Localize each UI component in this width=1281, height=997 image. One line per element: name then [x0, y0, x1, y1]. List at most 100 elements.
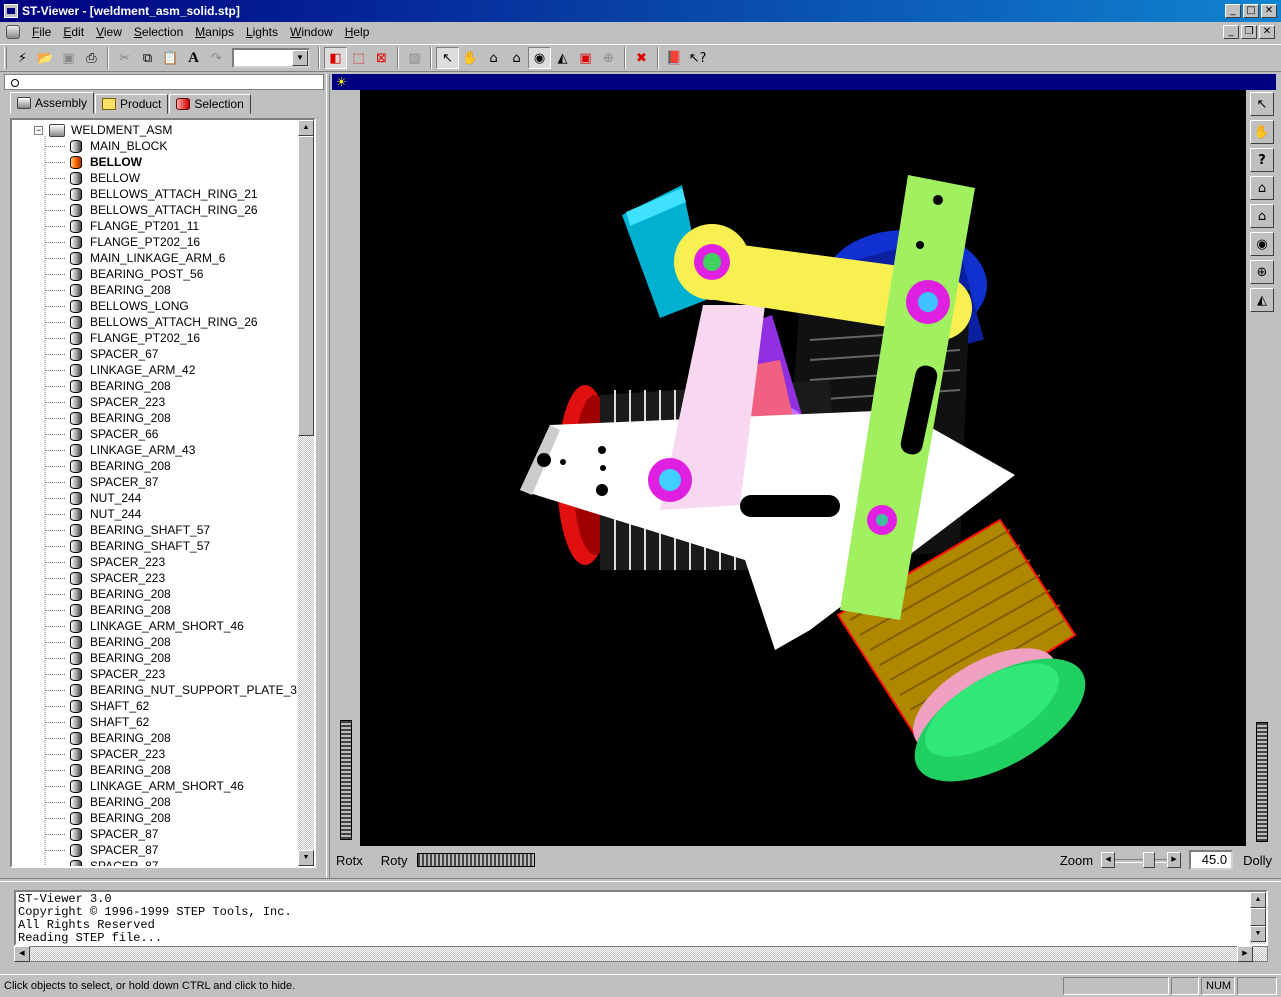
scroll-left-icon[interactable]: ◀	[14, 946, 30, 962]
tree-root[interactable]: − WELDMENT_ASM	[34, 122, 172, 138]
menu-window[interactable]: Window	[284, 25, 339, 39]
3d-viewport[interactable]	[360, 90, 1246, 846]
scroll-down-icon[interactable]: ▼	[298, 850, 314, 866]
menu-edit[interactable]: Edit	[57, 25, 90, 39]
cut-icon[interactable]: ✂	[113, 47, 136, 69]
tree-item[interactable]: SPACER_223	[45, 394, 165, 410]
zoom-value-field[interactable]: 45.0	[1189, 850, 1234, 870]
menu-manips[interactable]: Manips	[189, 25, 240, 39]
tree-item[interactable]: SPACER_87	[45, 474, 158, 490]
scroll-down-icon[interactable]: ▼	[1250, 926, 1266, 942]
light-icon[interactable]: ☀	[336, 75, 347, 89]
tree-item[interactable]: BEARING_208	[45, 650, 171, 666]
menu-file[interactable]: File	[26, 25, 57, 39]
tree-item[interactable]: FLANGE_PT201_11	[45, 218, 199, 234]
close-button[interactable]: ✕	[1261, 4, 1277, 18]
tree-item[interactable]: BEARING_208	[45, 282, 171, 298]
book-icon[interactable]: 📕	[663, 47, 686, 69]
tree-item[interactable]: BEARING_208	[45, 794, 171, 810]
output-separator[interactable]	[0, 878, 1281, 882]
tree-item[interactable]: NUT_244	[45, 506, 141, 522]
tree-item[interactable]: BEARING_208	[45, 586, 171, 602]
tree-item[interactable]: SHAFT_62	[45, 698, 149, 714]
wand-icon[interactable]: ⚡	[11, 47, 34, 69]
seek-icon[interactable]: ◭	[551, 47, 574, 69]
panel-header[interactable]	[4, 74, 324, 90]
roty-thumbwheel[interactable]	[417, 853, 536, 867]
rotx-thumbwheel[interactable]	[340, 720, 352, 840]
view-all-icon[interactable]: ◉	[528, 47, 551, 69]
maximize-button[interactable]: □	[1243, 4, 1259, 18]
tree-item[interactable]: BELLOW	[45, 154, 142, 170]
tree-item[interactable]: BEARING_208	[45, 810, 171, 826]
tree-item[interactable]: SPACER_223	[45, 570, 165, 586]
document-icon[interactable]	[6, 25, 20, 39]
menu-view[interactable]: View	[90, 25, 128, 39]
tree-item[interactable]: SPACER_223	[45, 666, 165, 682]
scroll-up-icon[interactable]: ▲	[298, 120, 314, 136]
zoom-left-icon[interactable]: ◀	[1101, 852, 1116, 868]
hand-icon[interactable]: ✋	[459, 47, 482, 69]
scroll-thumb[interactable]	[1250, 908, 1266, 926]
tree-item[interactable]: BEARING_NUT_SUPPORT_PLATE_31	[45, 682, 298, 698]
tree-item[interactable]: LINKAGE_ARM_43	[45, 442, 195, 458]
chevron-down-icon[interactable]: ▼	[292, 50, 308, 66]
tree-item[interactable]: NUT_244	[45, 490, 141, 506]
open-folder-icon[interactable]: 📂	[34, 47, 57, 69]
tree-item[interactable]: SPACER_87	[45, 826, 158, 842]
tree-item[interactable]: BELLOW	[45, 170, 140, 186]
tree-item[interactable]: LINKAGE_ARM_SHORT_46	[45, 618, 244, 634]
tree-item[interactable]: SPACER_67	[45, 346, 158, 362]
paste-icon[interactable]: 📋	[159, 47, 182, 69]
tree-item[interactable]: FLANGE_PT202_16	[45, 330, 200, 346]
crosshair-icon[interactable]: ⊕	[597, 47, 620, 69]
select-arrow-icon[interactable]: ↖	[436, 47, 459, 69]
output-console[interactable]: ST-Viewer 3.0 Copyright © 1996-1999 STEP…	[14, 890, 1268, 946]
model-render[interactable]	[360, 90, 1246, 846]
tab-product[interactable]: Product	[95, 94, 169, 114]
help-icon[interactable]: ?	[1250, 148, 1274, 172]
tree-item[interactable]: BEARING_208	[45, 602, 171, 618]
tree-item[interactable]: FLANGE_PT202_16	[45, 234, 200, 250]
scroll-up-icon[interactable]: ▲	[1250, 892, 1266, 908]
tab-assembly[interactable]: Assembly	[10, 92, 95, 114]
menu-help[interactable]: Help	[339, 25, 376, 39]
minimize-button[interactable]: _	[1225, 4, 1241, 18]
tree-item[interactable]: MAIN_LINKAGE_ARM_6	[45, 250, 225, 266]
perspective-icon[interactable]: ◭	[1250, 288, 1274, 312]
tree-item[interactable]: LINKAGE_ARM_SHORT_46	[45, 778, 244, 794]
tree-item[interactable]: BELLOWS_ATTACH_RING_21	[45, 186, 258, 202]
tree-item[interactable]: BEARING_208	[45, 458, 171, 474]
set-home-icon[interactable]: ⌂	[505, 47, 528, 69]
hand-icon[interactable]: ✋	[1250, 120, 1274, 144]
select-arrow-icon[interactable]: ↖	[1250, 92, 1274, 116]
zoom-track[interactable]	[1115, 852, 1168, 868]
doc-restore-button[interactable]: ❐	[1241, 25, 1257, 39]
tree-item[interactable]: BELLOWS_LONG	[45, 298, 189, 314]
frame-icon[interactable]: ▣	[574, 47, 597, 69]
tree-item[interactable]: SHAFT_62	[45, 714, 149, 730]
home-icon[interactable]: ⌂	[482, 47, 505, 69]
print-icon[interactable]: ⎙	[80, 47, 103, 69]
output-scrollbar[interactable]: ▲ ▼	[1250, 892, 1266, 944]
toolbar-grip[interactable]	[4, 47, 7, 69]
tab-selection[interactable]: Selection	[169, 94, 251, 114]
font-icon[interactable]: A	[182, 47, 205, 69]
home-icon[interactable]: ⌂	[1250, 176, 1274, 200]
zoom-thumb[interactable]	[1143, 852, 1156, 868]
view-all-icon[interactable]: ◉	[1250, 232, 1274, 256]
tree-item[interactable]: BEARING_SHAFT_57	[45, 538, 210, 554]
set-home-icon[interactable]: ⌂	[1250, 204, 1274, 228]
tree-item[interactable]: BELLOWS_ATTACH_RING_26	[45, 314, 258, 330]
tree-item[interactable]: BEARING_208	[45, 730, 171, 746]
app-icon[interactable]	[4, 4, 18, 18]
tree-item[interactable]: BEARING_208	[45, 378, 171, 394]
tree-item[interactable]: LINKAGE_ARM_42	[45, 362, 195, 378]
collapse-toggle-icon[interactable]: −	[34, 125, 43, 135]
tree-item[interactable]: SPACER_87	[45, 842, 158, 858]
tree-item[interactable]: SPACER_66	[45, 426, 158, 442]
tree-item[interactable]: BEARING_SHAFT_57	[45, 522, 210, 538]
tree-item[interactable]: BEARING_208	[45, 634, 171, 650]
scroll-right-icon[interactable]: ▶	[1237, 946, 1253, 962]
redo-icon[interactable]: ↷	[205, 47, 228, 69]
